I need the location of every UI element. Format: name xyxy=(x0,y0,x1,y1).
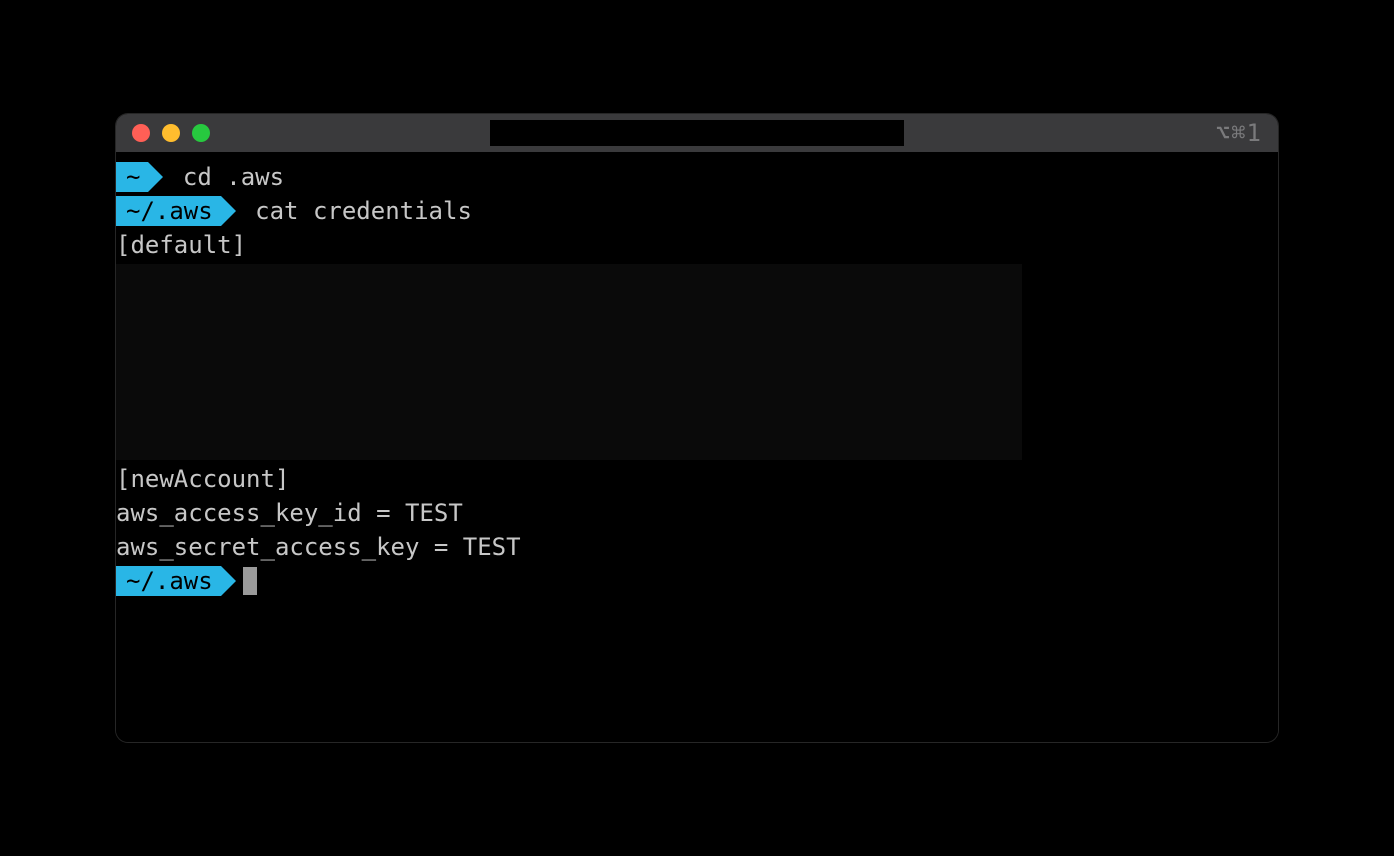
terminal-window: ⌥⌘1 ~ cd .aws ~/.aws cat credentials [de… xyxy=(116,114,1278,742)
terminal-output: [newAccount] xyxy=(116,462,1278,496)
redacted-output xyxy=(116,264,1022,460)
terminal-body[interactable]: ~ cd .aws ~/.aws cat credentials [defaul… xyxy=(116,152,1278,742)
cursor-icon xyxy=(243,567,257,595)
terminal-line: ~ cd .aws xyxy=(116,160,1278,194)
command-text: cd .aws xyxy=(168,160,284,194)
maximize-icon[interactable] xyxy=(192,124,210,142)
prompt-path: ~ xyxy=(116,162,148,192)
shortcut-label: ⌥⌘1 xyxy=(1216,119,1262,147)
title-bar: ⌥⌘1 xyxy=(116,114,1278,152)
command-text: cat credentials xyxy=(241,194,472,228)
terminal-output: aws_secret_access_key = TEST xyxy=(116,530,1278,564)
terminal-line: ~/.aws xyxy=(116,564,1278,598)
prompt-path: ~/.aws xyxy=(116,196,221,226)
prompt-path: ~/.aws xyxy=(116,566,221,596)
traffic-lights xyxy=(132,124,210,142)
terminal-line: ~/.aws cat credentials xyxy=(116,194,1278,228)
close-icon[interactable] xyxy=(132,124,150,142)
terminal-output: [default] xyxy=(116,228,1278,262)
minimize-icon[interactable] xyxy=(162,124,180,142)
title-redacted xyxy=(490,120,904,146)
terminal-output: aws_access_key_id = TEST xyxy=(116,496,1278,530)
